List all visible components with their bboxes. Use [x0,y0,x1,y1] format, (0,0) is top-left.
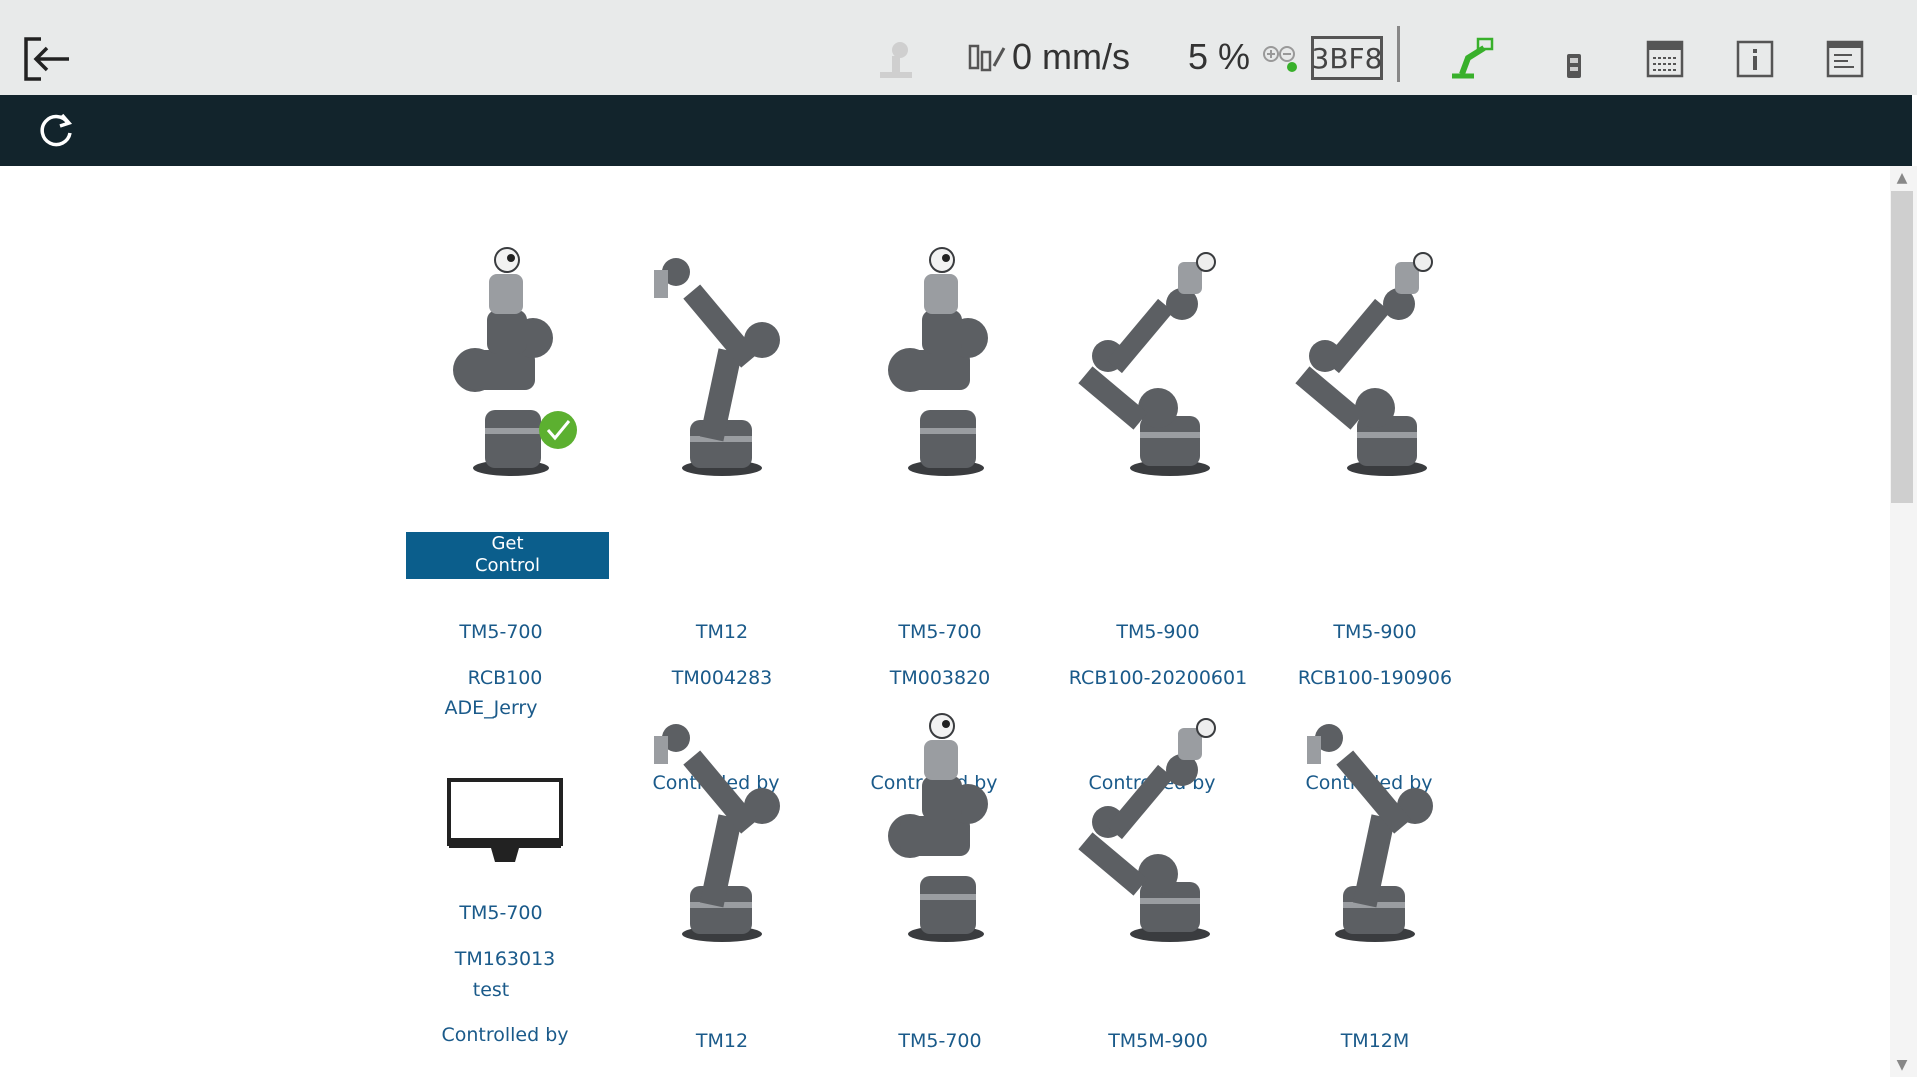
action-bar [0,95,1912,166]
top-toolbar: 0 mm/s 5 % 3BF8 [0,0,1917,95]
robot-arm-icon[interactable] [1448,36,1494,80]
robot-image[interactable] [835,240,1045,480]
robot-model: TM5-700 [898,1030,982,1052]
robot-model: TM5M-900 [1108,1030,1208,1052]
scroll-down-icon[interactable]: ▼ [1892,1055,1912,1075]
robot-list: TM5-700RCB100ADE_Jerry TM12TM004283Contr… [0,166,1890,1077]
speed-percent: 5 % [1188,36,1251,77]
robot-owner: test [472,979,510,1001]
robot-model: TM5-700 [898,621,982,643]
scrollbar-thumb[interactable] [1891,191,1913,503]
robot-image[interactable] [1270,240,1480,480]
robot-serial: TM163013 [454,948,556,970]
robot-model: TM12 [695,1030,749,1052]
monitor-icon[interactable] [400,716,610,866]
controlled-by-label: Controlled by [441,1024,569,1046]
keyboard-icon[interactable] [1646,40,1684,78]
pendant-icon[interactable] [1564,46,1584,80]
divider [1397,26,1400,82]
robot-image[interactable] [1053,240,1263,480]
refresh-icon[interactable] [38,111,76,149]
robot-image[interactable] [835,706,1045,946]
zoom-icon[interactable] [1262,44,1298,74]
get-control-button[interactable]: Get Control [406,532,609,579]
scroll-up-icon[interactable]: ▲ [1892,168,1912,188]
robot-image[interactable] [617,706,827,946]
robot-image[interactable] [1270,706,1480,946]
robot-serial: RCB100 [467,667,543,689]
robot-serial: TM004283 [671,667,773,689]
robot-model: TM5-700 [459,621,543,643]
speed-readout: 0 mm/s [1012,36,1131,77]
robot-serial: RCB100-190906 [1297,667,1453,689]
robot-image[interactable] [400,240,610,480]
info-icon[interactable] [1736,40,1774,78]
log-icon[interactable] [1826,40,1864,78]
robot-model: TM5-700 [459,902,543,924]
robot-image[interactable] [1053,706,1263,946]
logout-icon[interactable] [22,36,72,82]
robot-model: TM5-900 [1116,621,1200,643]
speed-icon [968,42,1006,74]
robot-model: TM12M [1340,1030,1410,1052]
controller-code: 3BF8 [1311,36,1383,80]
robot-model: TM5-900 [1333,621,1417,643]
teach-icon[interactable] [876,40,916,82]
robot-model: TM12 [695,621,749,643]
robot-image[interactable] [617,240,827,480]
robot-serial: TM003820 [889,667,991,689]
robot-serial: RCB100-20200601 [1068,667,1248,689]
selected-check-icon [538,410,578,450]
